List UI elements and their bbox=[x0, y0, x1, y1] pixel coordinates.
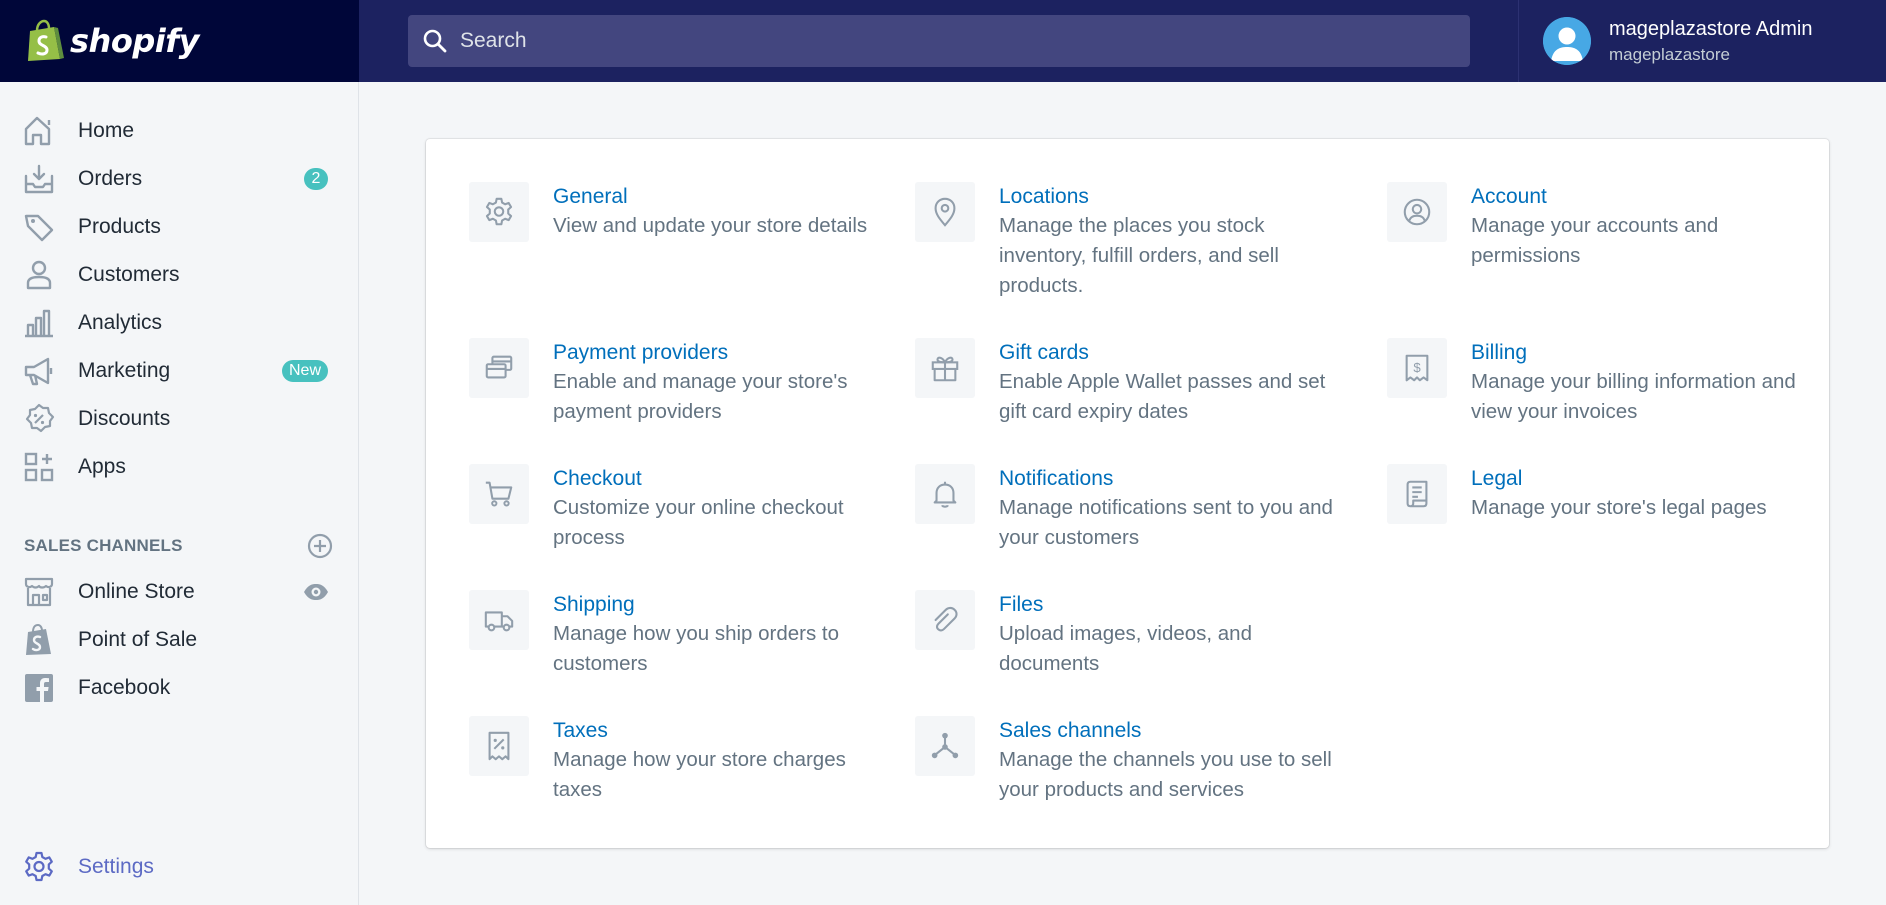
paperclip-icon bbox=[915, 590, 975, 650]
bar-chart-icon bbox=[22, 306, 56, 340]
setting-description: Customize your online checkout process bbox=[553, 496, 844, 549]
setting-title[interactable]: Billing bbox=[1471, 340, 1811, 366]
setting-title[interactable]: Checkout bbox=[553, 466, 893, 492]
setting-description: Manage how your store charges taxes bbox=[553, 748, 846, 801]
shopify-bag-icon bbox=[22, 623, 56, 657]
legal-icon bbox=[1387, 464, 1447, 524]
sidebar-item-label: Facebook bbox=[78, 676, 171, 699]
eye-icon[interactable] bbox=[302, 578, 330, 606]
sidebar-item-online-store[interactable]: Online Store bbox=[0, 570, 358, 614]
sales-channels-header: SALES CHANNELS bbox=[24, 531, 334, 561]
add-sales-channel-icon[interactable] bbox=[306, 532, 334, 560]
sidebar-item-customers[interactable]: Customers bbox=[0, 253, 358, 297]
sales-channels-title: SALES CHANNELS bbox=[24, 536, 183, 555]
sidebar-item-label: Analytics bbox=[78, 311, 163, 334]
search-input[interactable] bbox=[460, 29, 1420, 53]
sidebar-item-label: Apps bbox=[78, 455, 126, 478]
setting-title[interactable]: Locations bbox=[999, 184, 1339, 210]
person-icon bbox=[22, 258, 56, 292]
sidebar-item-marketing[interactable]: Marketing New bbox=[0, 349, 358, 393]
sidebar-item-label: Orders bbox=[78, 167, 143, 190]
sidebar-item-analytics[interactable]: Analytics bbox=[0, 301, 358, 345]
setting-title[interactable]: Legal bbox=[1471, 466, 1811, 492]
sidebar-item-apps[interactable]: Apps bbox=[0, 445, 358, 489]
setting-description: View and update your store details bbox=[553, 214, 868, 237]
discount-icon bbox=[22, 402, 56, 436]
setting-description: Manage your accounts and permissions bbox=[1471, 214, 1719, 267]
setting-title[interactable]: Gift cards bbox=[999, 340, 1339, 366]
apps-icon bbox=[22, 450, 56, 484]
setting-title[interactable]: Account bbox=[1471, 184, 1811, 210]
setting-title[interactable]: Shipping bbox=[553, 592, 893, 618]
sidebar-item-settings[interactable]: Settings bbox=[0, 845, 358, 889]
sidebar-item-label: Settings bbox=[78, 855, 154, 878]
setting-title[interactable]: General bbox=[553, 184, 893, 210]
sidebar: Home Orders 2 Products Customers Analyti… bbox=[0, 82, 359, 905]
facebook-icon bbox=[22, 671, 56, 705]
cart-icon bbox=[469, 464, 529, 524]
tag-icon bbox=[22, 210, 56, 244]
sidebar-item-label: Customers bbox=[78, 263, 180, 286]
setting-title[interactable]: Notifications bbox=[999, 466, 1339, 492]
sales-channels-icon bbox=[915, 716, 975, 776]
sidebar-item-label: Point of Sale bbox=[78, 628, 198, 651]
setting-description: Manage your store's legal pages bbox=[1471, 496, 1767, 519]
sidebar-item-label: Online Store bbox=[78, 580, 195, 603]
avatar bbox=[1543, 17, 1591, 65]
user-name: mageplazastore Admin bbox=[1609, 17, 1813, 40]
orders-count-badge: 2 bbox=[304, 168, 328, 190]
store-icon bbox=[22, 575, 56, 609]
gear-icon bbox=[469, 182, 529, 242]
shopify-bag-logo-icon bbox=[28, 19, 64, 61]
user-menu[interactable]: mageplazastore Admin mageplazastore bbox=[1518, 0, 1886, 82]
setting-description: Enable Apple Wallet passes and set gift … bbox=[999, 370, 1326, 423]
setting-description: Manage the channels you use to sell your… bbox=[999, 748, 1332, 801]
setting-title[interactable]: Taxes bbox=[553, 718, 893, 744]
setting-description: Manage your billing information and view… bbox=[1471, 370, 1796, 423]
setting-title[interactable]: Sales channels bbox=[999, 718, 1339, 744]
sidebar-item-discounts[interactable]: Discounts bbox=[0, 397, 358, 441]
sidebar-item-label: Discounts bbox=[78, 407, 171, 430]
sidebar-item-home[interactable]: Home bbox=[0, 109, 358, 153]
orders-icon bbox=[22, 162, 56, 196]
location-pin-icon bbox=[915, 182, 975, 242]
settings-card: General View and update your store detai… bbox=[426, 139, 1829, 848]
setting-description: Enable and manage your store's payment p… bbox=[553, 370, 848, 423]
setting-title[interactable]: Payment providers bbox=[553, 340, 893, 366]
setting-description: Manage the places you stock inventory, f… bbox=[999, 214, 1279, 297]
payment-icon bbox=[469, 338, 529, 398]
store-name: mageplazastore bbox=[1609, 44, 1730, 64]
tax-icon bbox=[469, 716, 529, 776]
logo-text: shopify bbox=[70, 22, 199, 60]
setting-title[interactable]: Files bbox=[999, 592, 1339, 618]
sidebar-item-orders[interactable]: Orders 2 bbox=[0, 157, 358, 201]
new-badge: New bbox=[281, 360, 328, 382]
setting-description: Manage how you ship orders to customers bbox=[553, 622, 840, 675]
sidebar-item-point-of-sale[interactable]: Point of Sale bbox=[0, 618, 358, 662]
gear-icon bbox=[22, 850, 56, 884]
user-avatar-icon bbox=[1543, 17, 1591, 65]
home-icon bbox=[22, 114, 56, 148]
account-icon bbox=[1387, 182, 1447, 242]
setting-description: Upload images, videos, and documents bbox=[999, 622, 1252, 675]
megaphone-icon bbox=[22, 354, 56, 388]
top-bar: shopify mageplazastore Admin mageplazast… bbox=[0, 0, 1886, 82]
shopify-logo[interactable]: shopify bbox=[0, 0, 359, 82]
truck-icon bbox=[469, 590, 529, 650]
bell-icon bbox=[915, 464, 975, 524]
gift-icon bbox=[915, 338, 975, 398]
search-icon bbox=[423, 29, 447, 53]
sidebar-item-label: Home bbox=[78, 119, 135, 142]
svg-text:$: $ bbox=[1413, 360, 1421, 375]
billing-icon: $ bbox=[1387, 338, 1447, 398]
search-bar[interactable] bbox=[408, 15, 1470, 67]
setting-description: Manage notifications sent to you and you… bbox=[999, 496, 1333, 549]
sidebar-item-products[interactable]: Products bbox=[0, 205, 358, 249]
sidebar-item-label: Marketing bbox=[78, 359, 171, 382]
sidebar-item-label: Products bbox=[78, 215, 161, 238]
sidebar-item-facebook[interactable]: Facebook bbox=[0, 666, 358, 710]
